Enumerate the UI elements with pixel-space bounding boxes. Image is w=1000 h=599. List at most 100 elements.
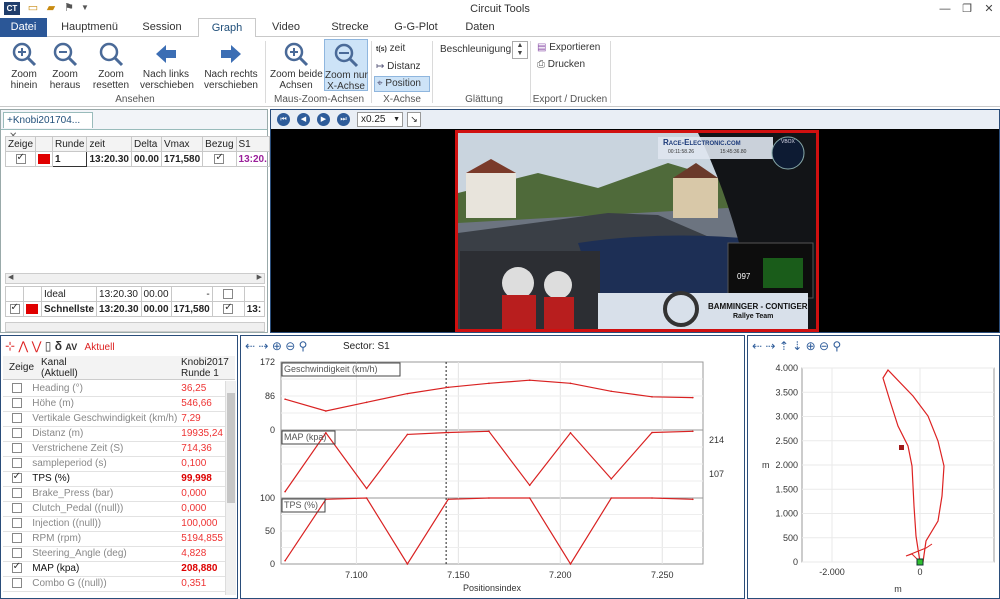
- telemetry-chart[interactable]: Geschwindigkeit (km/h) MAP (kpa) TPS (%) 17…: [241, 356, 744, 598]
- table-row[interactable]: Injection ((null)) 100,000: [3, 516, 225, 532]
- session-tab[interactable]: +Knobi201704... ✕: [3, 112, 93, 142]
- print-button[interactable]: ⎙ Drucken: [537, 59, 585, 70]
- smoothing-stepper[interactable]: ▲ ▼: [512, 41, 528, 59]
- table-row[interactable]: RPM (rpm) 5194,855: [3, 531, 225, 547]
- table-row[interactable]: 1 13:20.30 00.00 171,580 13:20.: [4, 151, 270, 167]
- marker-icon[interactable]: ▯: [45, 339, 52, 353]
- table-row[interactable]: Distanz (m) 19935,24: [3, 426, 225, 442]
- zoom-reset-button[interactable]: Zoom resetten: [90, 41, 132, 91]
- channel-checkbox[interactable]: [11, 561, 22, 574]
- zoom-out-icon[interactable]: ⊖: [819, 339, 829, 353]
- reference-checkbox[interactable]: [223, 302, 234, 314]
- minimize-icon[interactable]: —: [934, 1, 956, 17]
- zoom-out-button[interactable]: Zoom heraus: [46, 41, 84, 91]
- pan-right-button[interactable]: Nach rechts verschieben: [202, 41, 260, 91]
- channel-checkbox[interactable]: [11, 548, 22, 559]
- lap-color-swatch[interactable]: [38, 153, 51, 164]
- playback-speed-select[interactable]: x0.25 ▼: [357, 112, 403, 127]
- tab-datei[interactable]: Datei: [0, 18, 47, 37]
- zoom-reset-icon[interactable]: ⚲: [832, 339, 841, 353]
- close-icon[interactable]: ✕: [978, 1, 1000, 17]
- table-row[interactable]: Heading (°) 36,25: [3, 381, 225, 397]
- table-row[interactable]: MAP (kpa)208,880: [3, 561, 225, 577]
- table-row[interactable]: Schnellste 13:20.30 00.00 171,580 13:: [5, 301, 266, 317]
- channels-vertical-scrollbar[interactable]: [225, 381, 236, 595]
- pan-left-icon[interactable]: ⇠: [245, 339, 255, 353]
- fall-marker-icon[interactable]: ⋁: [32, 339, 42, 353]
- col-zeit[interactable]: zeit: [86, 136, 132, 152]
- channel-checkbox[interactable]: [11, 458, 22, 469]
- lap-color-swatch[interactable]: [26, 303, 38, 314]
- scrollbar-thumb[interactable]: [227, 393, 235, 503]
- step-back-icon[interactable]: ◀: [297, 113, 310, 126]
- col-zeige[interactable]: Zeige: [4, 136, 37, 152]
- rise-marker-icon[interactable]: ⋀: [18, 339, 28, 353]
- scroll-left-icon[interactable]: ◀: [8, 273, 13, 281]
- pan-left-button[interactable]: Nach links verschieben: [140, 41, 194, 91]
- summary-horizontal-scrollbar[interactable]: [5, 322, 265, 332]
- pan-left-icon[interactable]: ⇠: [752, 339, 762, 353]
- zoom-in-button[interactable]: Zoom hinein: [6, 41, 42, 91]
- col-bezug[interactable]: Bezug: [202, 136, 237, 152]
- channel-checkbox[interactable]: [11, 428, 22, 439]
- zoom-reset-icon[interactable]: ⚲: [299, 339, 308, 353]
- table-row[interactable]: Höhe (m) 546,66: [3, 396, 225, 412]
- channel-checkbox[interactable]: [11, 471, 22, 484]
- lap-number[interactable]: 1: [52, 151, 88, 167]
- tab-daten[interactable]: Daten: [456, 18, 504, 37]
- zoom-in-icon[interactable]: ⊕: [806, 339, 816, 353]
- tab-session[interactable]: Session: [131, 18, 193, 37]
- av-icon[interactable]: AV: [65, 342, 77, 352]
- col-runde[interactable]: Runde: [52, 136, 88, 152]
- zoom-x-axis-button[interactable]: Zoom nur X-Achse: [324, 39, 368, 92]
- pan-up-icon[interactable]: ⇡: [779, 339, 789, 353]
- xaxis-position-option[interactable]: ⌖ Position: [374, 76, 430, 92]
- pan-right-icon[interactable]: ⇢: [765, 339, 775, 353]
- scroll-right-icon[interactable]: ▶: [257, 273, 262, 281]
- tab-hauptmenue[interactable]: Hauptmenü: [57, 18, 122, 37]
- pan-down-icon[interactable]: ⇣: [792, 339, 802, 353]
- zoom-out-icon[interactable]: ⊖: [285, 339, 295, 353]
- tab-video[interactable]: Video: [262, 18, 310, 37]
- col-delta[interactable]: Delta: [130, 136, 163, 152]
- table-row[interactable]: TPS (%)99,998: [3, 471, 225, 487]
- channel-checkbox[interactable]: [11, 413, 22, 424]
- export-button[interactable]: ▤ Exportieren: [537, 42, 600, 53]
- current-mode-label[interactable]: Aktuell: [85, 342, 115, 353]
- channel-checkbox[interactable]: [11, 443, 22, 454]
- channels-header-zeige[interactable]: Zeige: [9, 362, 34, 373]
- channel-checkbox[interactable]: [11, 383, 22, 394]
- xaxis-zeit-option[interactable]: t(s) zeit: [376, 43, 405, 54]
- channel-checkbox[interactable]: [11, 488, 22, 499]
- show-lap-checkbox[interactable]: [15, 152, 26, 164]
- track-map[interactable]: 4.000 3.500 3.000 2.500 2.000 1.500 1.000 500 0 -…: [748, 356, 999, 598]
- channels-header-session[interactable]: Knobi2017 Runde 1: [181, 357, 229, 379]
- col-s1[interactable]: S1: [235, 136, 270, 152]
- tab-strecke[interactable]: Strecke: [320, 18, 380, 37]
- restore-icon[interactable]: ❐: [956, 1, 978, 17]
- reference-checkbox[interactable]: [223, 288, 234, 299]
- laps-horizontal-scrollbar[interactable]: ◀ ▶: [5, 273, 265, 284]
- play-icon[interactable]: ▶: [317, 113, 330, 126]
- channel-checkbox[interactable]: [11, 398, 22, 409]
- channel-checkbox[interactable]: [11, 518, 22, 529]
- skip-end-icon[interactable]: ⏭: [337, 113, 350, 126]
- table-row[interactable]: Combo G ((null)) 0,351: [3, 576, 225, 592]
- skip-start-icon[interactable]: ⏮: [277, 113, 290, 126]
- sync-icon[interactable]: ↘: [407, 112, 421, 127]
- tab-g-g-plot[interactable]: G-G-Plot: [387, 18, 445, 37]
- table-row[interactable]: Ideal 13:20.30 00.00 -: [5, 286, 266, 302]
- table-row[interactable]: Verstrichene Zeit (S) 714,36: [3, 441, 225, 457]
- table-row[interactable]: Vertikale Geschwindigkeit (km/h) 7,29: [3, 411, 225, 427]
- channel-checkbox[interactable]: [11, 578, 22, 589]
- table-row[interactable]: Clutch_Pedal ((null)) 0,000: [3, 501, 225, 517]
- tab-graph[interactable]: Graph: [198, 18, 256, 38]
- zoom-both-axes-button[interactable]: Zoom beide Achsen: [270, 41, 323, 91]
- channel-checkbox[interactable]: [11, 503, 22, 514]
- delta-icon[interactable]: δ: [55, 339, 62, 353]
- table-row[interactable]: sampleperiod (s) 0,100: [3, 456, 225, 472]
- pan-right-icon[interactable]: ⇢: [258, 339, 268, 353]
- col-vmax[interactable]: Vmax: [160, 136, 204, 152]
- xaxis-distanz-option[interactable]: ↦ Distanz: [376, 61, 421, 72]
- channel-checkbox[interactable]: [11, 533, 22, 544]
